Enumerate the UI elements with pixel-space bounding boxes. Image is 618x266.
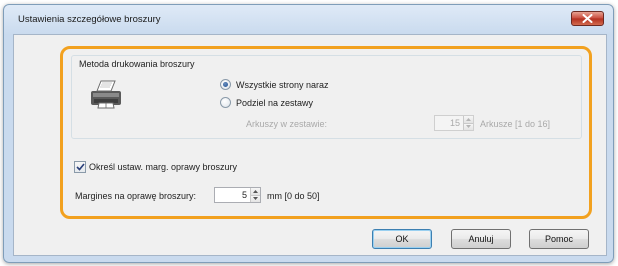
dialog-window: Ustawienia szczegółowe broszury Metoda d… (3, 4, 614, 263)
checkmark-icon (75, 163, 85, 171)
binding-margin-value[interactable]: 5 (215, 188, 250, 202)
radio-split-sets-indicator[interactable] (220, 97, 231, 108)
sheets-per-set-stepper[interactable]: 15 (434, 115, 474, 131)
binding-margin-checkbox-row[interactable]: Określ ustaw. marg. oprawy broszury (74, 161, 237, 173)
booklet-printer-icon (88, 79, 124, 111)
print-method-group: Metoda drukowania broszury Wszystkie str… (71, 55, 582, 139)
spin-down-icon[interactable] (464, 122, 473, 130)
binding-margin-stepper[interactable]: 5 (214, 187, 261, 203)
binding-margin-label: Margines na oprawę broszury: (75, 191, 197, 201)
cancel-button[interactable]: Anuluj (451, 229, 511, 249)
help-button[interactable]: Pomoc (529, 229, 589, 249)
radio-all-pages-label: Wszystkie strony naraz (236, 79, 329, 90)
binding-margin-range: mm [0 do 50] (267, 191, 320, 201)
binding-margin-checkbox[interactable] (74, 161, 86, 173)
dialog-client-area: Metoda drukowania broszury Wszystkie str… (13, 34, 607, 256)
radio-split-sets-label: Podziel na zestawy (236, 97, 314, 108)
sheets-per-set-range: Arkusze [1 do 16] (480, 119, 551, 129)
ok-button[interactable]: OK (372, 229, 432, 249)
binding-margin-checkbox-label: Określ ustaw. marg. oprawy broszury (89, 162, 238, 172)
radio-all-pages[interactable]: Wszystkie strony naraz (220, 79, 329, 90)
radio-split-sets[interactable]: Podziel na zestawy (220, 97, 313, 108)
radio-all-pages-indicator[interactable] (220, 79, 231, 90)
close-button[interactable] (571, 11, 604, 26)
print-method-group-title: Metoda drukowania broszury (79, 59, 195, 69)
sheets-per-set-value[interactable]: 15 (435, 116, 463, 130)
title-bar[interactable]: Ustawienia szczegółowe broszury (4, 5, 613, 33)
dialog-title: Ustawienia szczegółowe broszury (18, 14, 161, 25)
spin-down-icon[interactable] (251, 194, 260, 202)
sheets-per-set-label: Arkuszy w zestawie: (246, 119, 328, 129)
close-x-icon (582, 14, 593, 23)
